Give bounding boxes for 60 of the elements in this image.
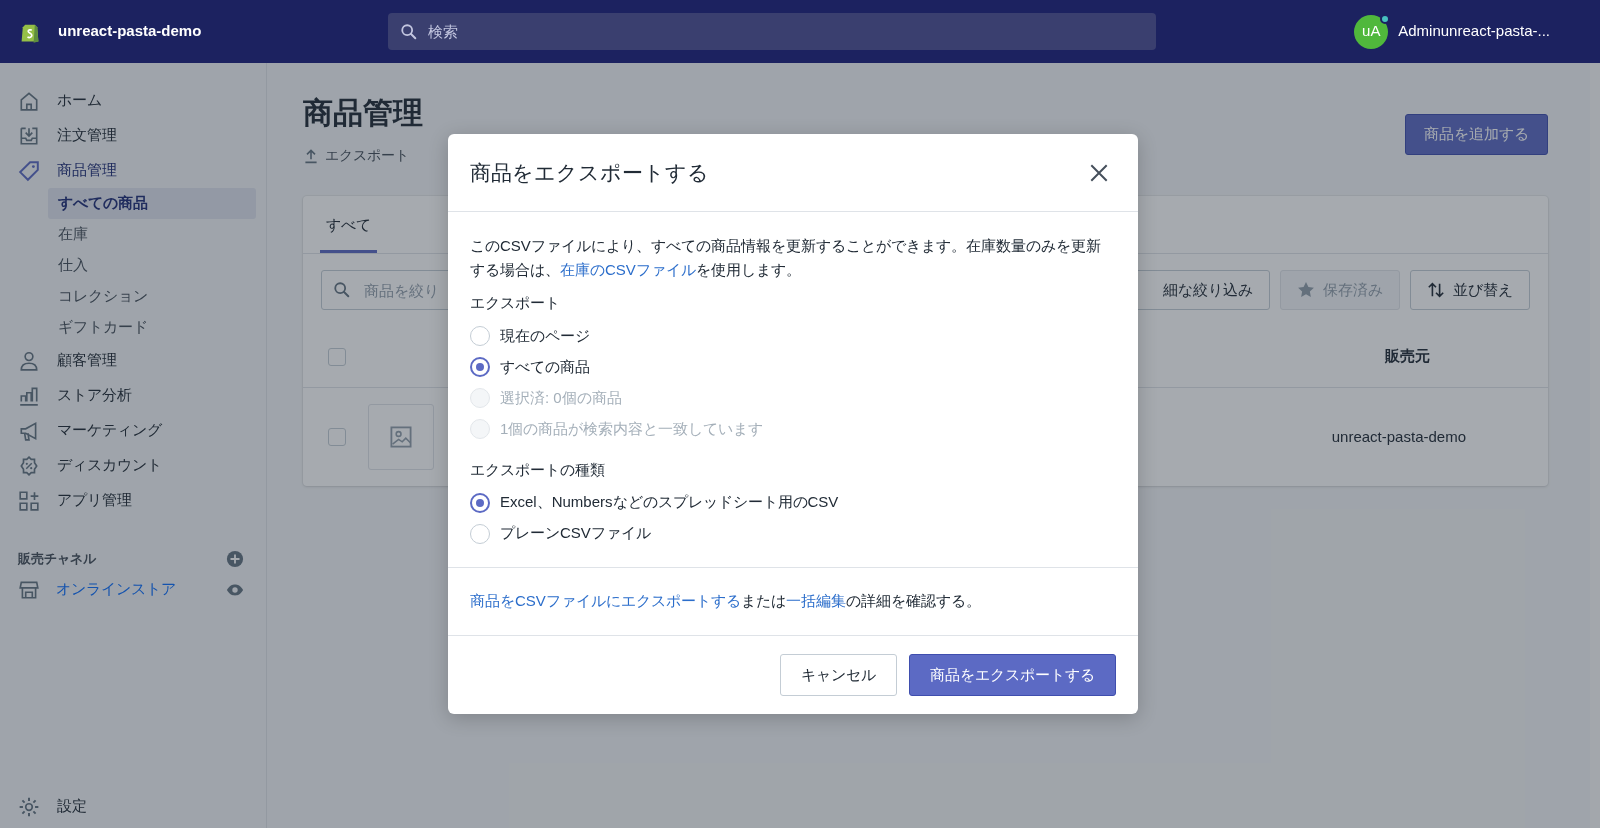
help-text: 商品をCSVファイルにエクスポートする または一括編集の詳細を確認する。 — [448, 567, 1138, 635]
bar-chart-icon — [18, 384, 40, 407]
sidebar-item[interactable]: オンラインストア — [18, 578, 209, 601]
sidebar-item[interactable]: ホーム — [0, 83, 266, 118]
column-header[interactable]: 販売元 — [1385, 345, 1430, 368]
sidebar-item[interactable]: 設定 — [0, 789, 266, 824]
search-field[interactable]: 検索 — [388, 13, 1156, 50]
export-help-link[interactable]: 商品をCSVファイルにエクスポートする — [470, 592, 741, 609]
apps-icon — [18, 489, 40, 512]
group-label: エクスポート — [470, 293, 561, 313]
radio-button[interactable] — [470, 357, 490, 377]
sort-icon — [1427, 281, 1445, 299]
image-icon — [389, 425, 413, 449]
search-icon — [400, 22, 418, 41]
sidebar-item[interactable]: アプリ管理 — [0, 483, 266, 518]
sidebar-item[interactable]: 注文管理 — [0, 118, 266, 153]
dialog-title: 商品をエクスポートする — [470, 159, 709, 186]
option-label[interactable]: プレーンCSVファイル — [500, 522, 651, 545]
account-name[interactable]: Adminunreact-pasta-... — [1398, 20, 1550, 43]
sidebar-subitem[interactable]: すべての商品 — [48, 188, 256, 219]
sidebar-item[interactable]: マーケティング — [0, 413, 266, 448]
tab[interactable]: すべて — [320, 195, 377, 253]
sidebar-subitem[interactable]: ギフトカード — [48, 312, 256, 343]
notification-dot — [1380, 13, 1391, 24]
sidebar-subitem[interactable]: コレクション — [48, 281, 256, 312]
add-product-button[interactable]: 商品を追加する — [1405, 114, 1548, 155]
sidebar-item[interactable]: 商品管理 — [0, 153, 266, 188]
option-label[interactable]: Excel、Numbersなどのスプレッドシート用のCSV — [500, 491, 839, 514]
tag-icon — [18, 159, 40, 182]
star-icon — [1297, 281, 1315, 299]
checkbox[interactable] — [328, 428, 346, 446]
sidebar-item[interactable]: ディスカウント — [0, 448, 266, 483]
checkbox[interactable] — [328, 347, 346, 366]
group-label: エクスポートの種類 — [470, 459, 606, 480]
inbox-icon — [18, 124, 40, 147]
cancel-button[interactable]: キャンセル — [780, 653, 897, 696]
option-label[interactable]: 現在のページ — [500, 324, 590, 348]
table-cell-text: unreact-pasta-demo — [1331, 426, 1466, 447]
inventory-csv-link[interactable]: 在庫のCSVファイル — [560, 261, 696, 278]
sort-button[interactable]: 並び替え — [1410, 270, 1530, 310]
option-label[interactable]: すべての商品 — [500, 355, 590, 379]
search-icon — [333, 281, 351, 299]
person-icon — [18, 349, 40, 372]
sidebar-item[interactable]: 顧客管理 — [0, 343, 266, 378]
description-text: このCSVファイルにより、すべての商品情報を更新することができます。在庫数量のみを更新する場合は、在庫のCSVファイルを使用します。 — [470, 236, 1102, 280]
page-title: 商品管理 — [303, 95, 423, 131]
sidebar-subitem[interactable]: 仕入 — [48, 250, 256, 281]
store-name[interactable]: unreact-pasta-demo — [58, 20, 388, 43]
sidebar-item[interactable]: ストア分析 — [0, 378, 266, 413]
radio-button[interactable] — [470, 492, 490, 513]
section-heading: 販売チャネル — [18, 550, 96, 569]
export-button[interactable]: 商品をエクスポートする — [909, 653, 1116, 696]
export-link[interactable]: エクスポート — [303, 145, 409, 166]
bulk-edit-link[interactable]: 一括編集 — [785, 592, 846, 609]
sidebar-subitem[interactable]: 在庫 — [48, 219, 256, 250]
badge-percent-icon — [18, 454, 40, 477]
upload-icon — [303, 147, 319, 164]
settings-icon — [18, 795, 40, 818]
store-icon — [18, 578, 40, 601]
add-icon[interactable] — [226, 550, 244, 568]
